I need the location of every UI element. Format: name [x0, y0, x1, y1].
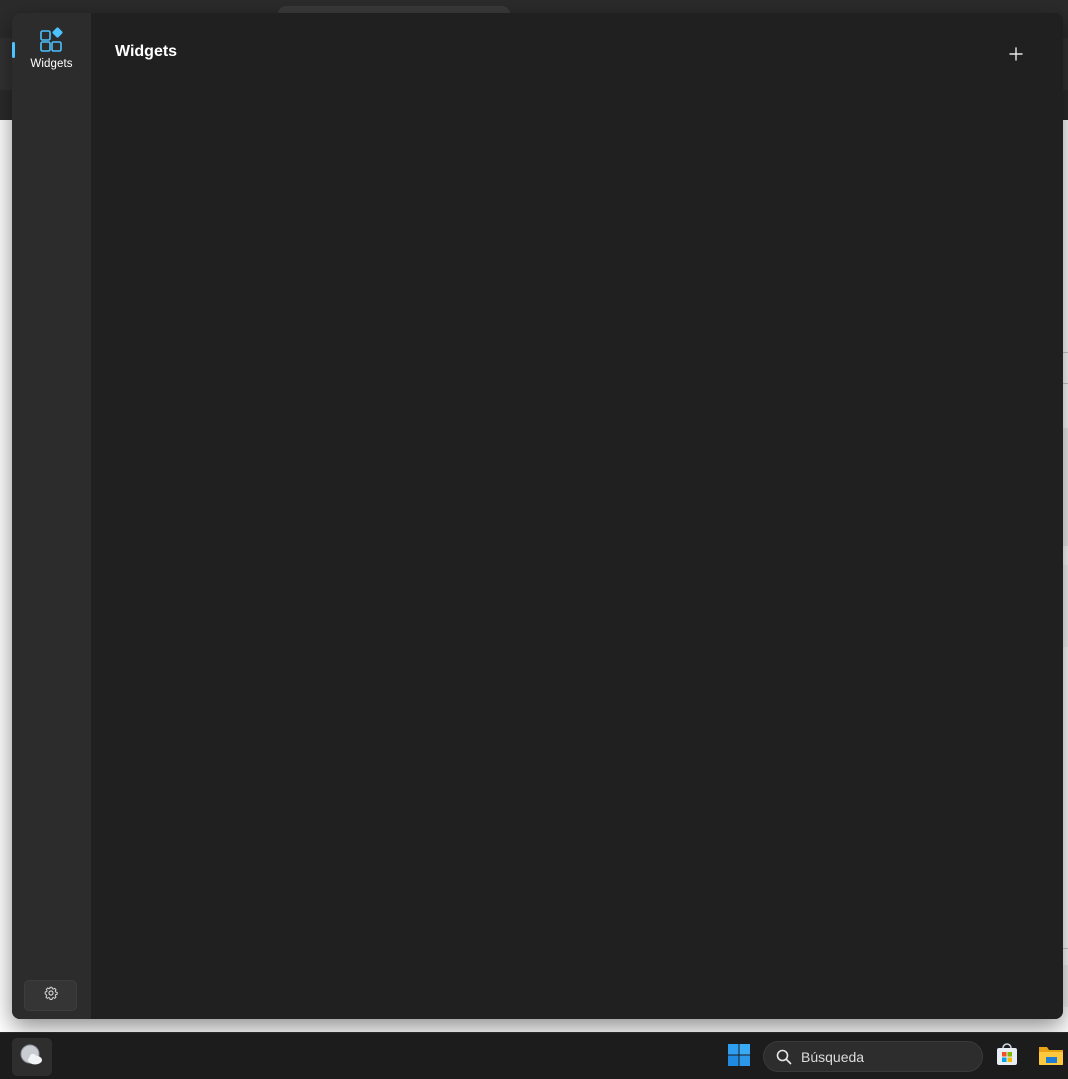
widgets-icon [39, 27, 65, 53]
windows-logo-icon [727, 1043, 751, 1072]
widgets-main-panel: Widgets [91, 13, 1063, 1019]
taskbar-app-store[interactable] [990, 1040, 1024, 1074]
taskbar: Búsqueda [0, 1032, 1068, 1079]
folder-icon [1037, 1043, 1065, 1072]
widgets-nav-rail: Widgets [12, 13, 91, 1019]
search-placeholder: Búsqueda [801, 1048, 865, 1065]
widgets-board: Widgets Widgets [12, 13, 1063, 1019]
plus-icon [1009, 42, 1023, 67]
taskbar-app-file-explorer[interactable] [1034, 1040, 1068, 1074]
add-widget-button[interactable] [1003, 41, 1029, 67]
search-icon [776, 1049, 792, 1065]
widgets-settings-button[interactable] [24, 980, 77, 1011]
rail-item-widgets[interactable]: Widgets [16, 23, 87, 75]
weather-widget-button[interactable] [12, 1038, 52, 1076]
page-title: Widgets [115, 43, 178, 60]
start-button[interactable] [722, 1040, 756, 1074]
store-icon [995, 1042, 1019, 1072]
weather-cloud-icon [19, 1042, 45, 1073]
rail-item-label: Widgets [30, 58, 73, 70]
taskbar-search-box[interactable]: Búsqueda [763, 1041, 983, 1072]
gear-icon [44, 986, 58, 1005]
selected-indicator [12, 42, 15, 58]
